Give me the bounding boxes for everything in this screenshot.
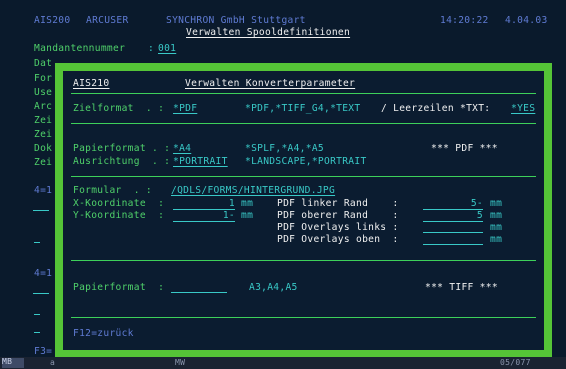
tiff-papierformat-label: Papierformat :	[73, 282, 165, 293]
popup-title: Verwalten Konverterparameter	[185, 78, 356, 89]
pdf-linker-rand-input[interactable]: 5-	[423, 199, 483, 210]
papierformat-input[interactable]: *A4	[173, 144, 223, 154]
pdf-oberer-rand-label: PDF oberer Rand :	[277, 210, 399, 221]
cursor-position: 05/077	[500, 358, 531, 367]
formular-label: Formular . :	[73, 185, 152, 196]
divider-2	[71, 176, 536, 177]
bg-option-field-1[interactable]	[33, 209, 49, 211]
pdf-overlays-links-unit: mm	[490, 222, 503, 233]
user-id: ARCUSER	[86, 15, 129, 26]
pdf-overlays-oben-label: PDF Overlays oben :	[277, 234, 399, 245]
mandant-input[interactable]: 001	[158, 44, 176, 54]
pdf-section-header: *** PDF ***	[431, 143, 498, 154]
divider-4	[71, 317, 536, 318]
bg-option-hint-1: 4=1	[34, 185, 53, 196]
formular-input[interactable]: /QDLS/FORMS/HINTERGRUND.JPG	[171, 186, 471, 196]
popup-program-id: AIS210	[73, 78, 110, 89]
mandant-colon: :	[148, 43, 155, 54]
zielformat-options: *PDF,*TIFF_G4,*TEXT	[245, 103, 361, 114]
status-mode-indicator: MB	[2, 358, 24, 368]
divider-1	[71, 123, 536, 124]
ausrichtung-label: Ausrichtung . :	[73, 156, 171, 167]
zielformat-input[interactable]: *PDF	[173, 104, 223, 114]
pdf-oberer-rand-unit: mm	[490, 210, 503, 221]
pdf-overlays-links-label: PDF Overlays links :	[277, 222, 399, 233]
tiff-papierformat-input[interactable]	[171, 283, 227, 293]
converter-popup-window: AIS210 Verwalten Konverterparameter Ziel…	[55, 63, 552, 358]
leerzeilen-input[interactable]: *YES	[511, 104, 535, 114]
leerzeilen-label: / Leerzeilen *TXT:	[381, 103, 491, 114]
mandant-label: Mandantennummer	[34, 43, 126, 54]
bg-label-zei-1: Zei	[34, 115, 53, 126]
pdf-overlays-oben-unit: mm	[490, 234, 503, 245]
ausrichtung-options: *LANDSCAPE,*PORTRAIT	[245, 156, 367, 167]
f12-back-key[interactable]: F12=zurück	[73, 329, 134, 339]
bg-label-dat: Dat	[34, 58, 53, 69]
pdf-linker-rand-unit: mm	[490, 198, 503, 209]
pdf-overlays-links-input[interactable]	[423, 223, 483, 233]
status-bar: MB a MW 05/077	[0, 357, 566, 369]
clock-time: 14:20:22	[440, 15, 489, 26]
status-mw: MW	[175, 358, 186, 367]
y-koordinate-unit: mm	[241, 210, 254, 221]
papierformat-options: *SPLF,*A4,*A5	[245, 143, 324, 154]
y-koordinate-label: Y-Koordinate :	[73, 210, 165, 221]
x-koordinate-unit: mm	[241, 198, 254, 209]
bg-option-field-4[interactable]	[34, 313, 40, 315]
tiff-papierformat-options: A3,A4,A5	[249, 282, 298, 293]
divider-top	[71, 93, 536, 94]
ausrichtung-input[interactable]: *PORTRAIT	[173, 157, 228, 167]
screen-title: Verwalten Spooldefinitionen	[186, 27, 351, 38]
terminal-screen: AIS200 ARCUSER SYNCHRON GmbH Stuttgart 1…	[0, 0, 566, 369]
pdf-oberer-rand-input[interactable]: 5	[423, 211, 483, 222]
papierformat-label: Papierformat . :	[73, 143, 171, 154]
bg-option-field-2[interactable]	[34, 241, 40, 243]
bg-label-zei-2: Zei	[34, 129, 53, 140]
company-name: SYNCHRON GmbH Stuttgart	[166, 15, 306, 26]
clock-date: 4.04.03	[505, 15, 548, 26]
pdf-linker-rand-label: PDF linker Rand :	[277, 198, 399, 209]
bg-option-hint-2: 4=1	[34, 268, 53, 279]
bg-label-dok: Dok	[34, 143, 53, 154]
x-koordinate-input[interactable]: 1	[173, 199, 235, 210]
x-koordinate-label: X-Koordinate :	[73, 198, 165, 209]
divider-3	[71, 260, 536, 261]
bg-label-use: Use	[34, 87, 53, 98]
bg-option-field-3[interactable]	[33, 292, 49, 294]
bg-label-arc: Arc	[34, 101, 53, 112]
pdf-overlays-oben-input[interactable]	[423, 235, 483, 245]
bg-label-zei-3: Zei	[34, 157, 53, 168]
tiff-section-header: *** TIFF ***	[425, 282, 498, 293]
y-koordinate-input[interactable]: 1-	[173, 211, 235, 222]
zielformat-label: Zielformat . :	[73, 103, 165, 114]
system-id: AIS200	[34, 15, 71, 26]
bg-label-for: For	[34, 73, 53, 84]
bg-option-field-5[interactable]	[34, 331, 40, 333]
bg-fkey-hint: F3=	[34, 346, 53, 357]
popup-content: AIS210 Verwalten Konverterparameter Ziel…	[63, 71, 544, 350]
status-arrow: a	[50, 358, 56, 367]
